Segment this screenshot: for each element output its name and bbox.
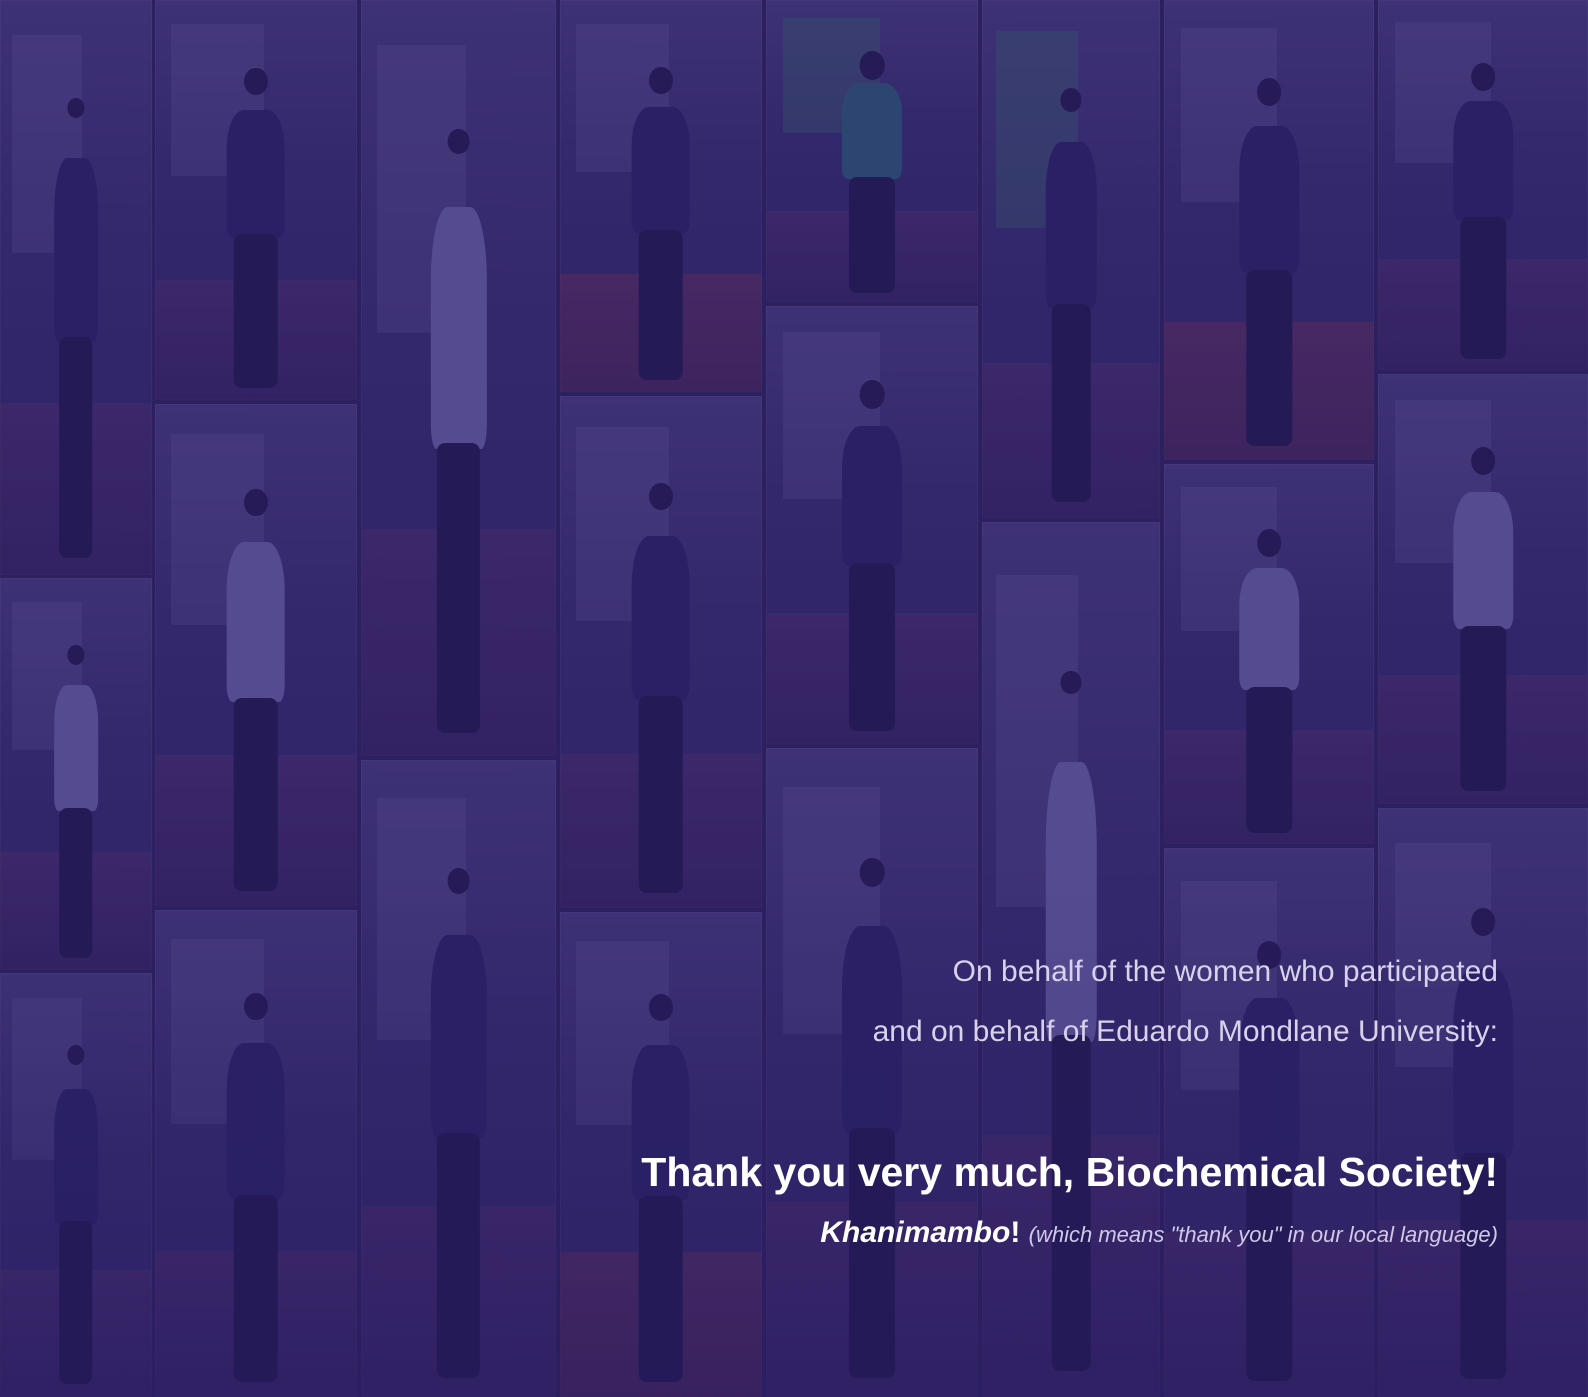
khanimambo-line: Khanimambo! (which means "thank you" in … (558, 1212, 1498, 1256)
thank-you-message: On behalf of the women who participated … (558, 950, 1498, 1256)
message-line-1: On behalf of the women who participated (952, 955, 1498, 988)
khanimambo-translation-note: (which means "thank you" in our local la… (1028, 1222, 1498, 1247)
message-line-2: and on behalf of Eduardo Mondlane Univer… (872, 1015, 1498, 1048)
thank-you-headline: Thank you very much, Biochemical Society… (641, 1149, 1498, 1195)
khanimambo-exclamation: ! (1010, 1216, 1021, 1249)
khanimambo-word: Khanimambo (820, 1216, 1011, 1249)
slide-canvas: On behalf of the women who participated … (0, 0, 1588, 1397)
